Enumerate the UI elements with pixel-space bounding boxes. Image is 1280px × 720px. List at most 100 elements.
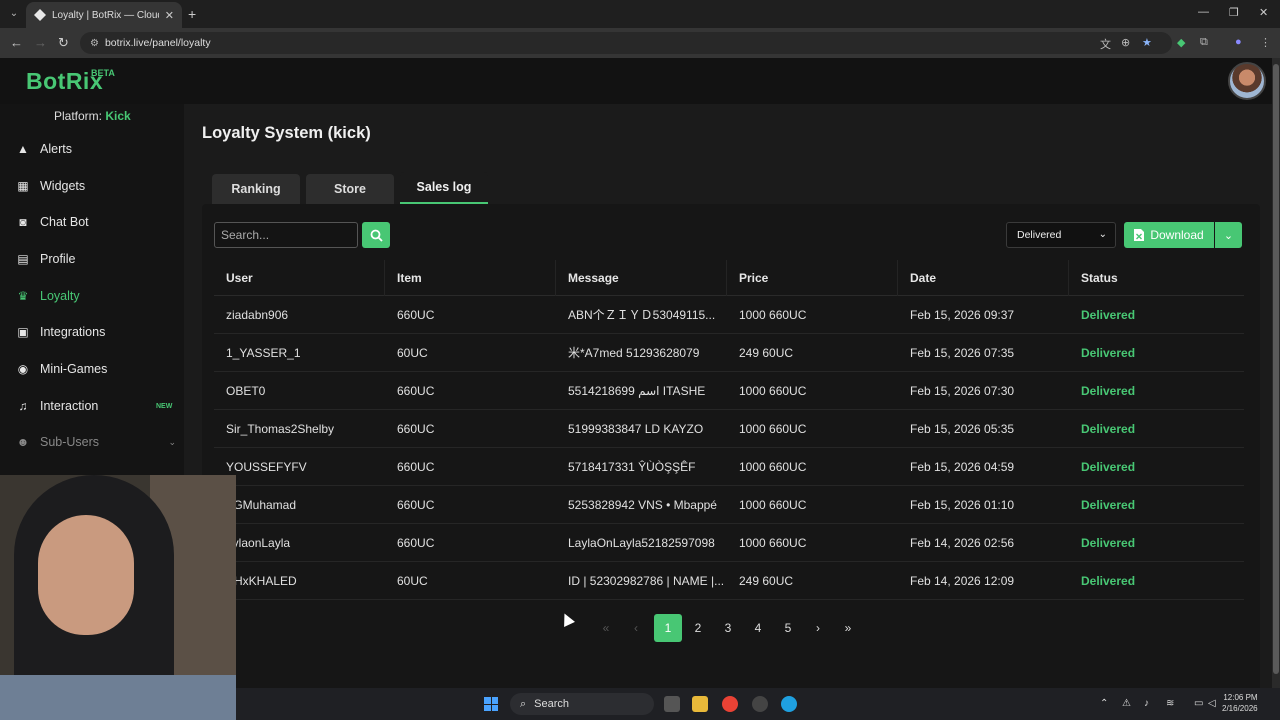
chrome-icon[interactable] bbox=[722, 696, 738, 712]
page-2-button[interactable]: 2 bbox=[684, 614, 712, 642]
scrollbar-thumb[interactable] bbox=[1273, 64, 1279, 674]
table-row[interactable]: YOUSSEFYFV 660UC 5718417331 ŶÙÒŞŞÊF 1000 66… bbox=[214, 448, 1244, 486]
prev-page-icon[interactable]: ‹ bbox=[622, 614, 650, 642]
cell-item: 60UC bbox=[397, 573, 428, 588]
column-header-message[interactable]: Message bbox=[556, 259, 727, 296]
cell-user: 1_YASSER_1 bbox=[226, 345, 301, 360]
sidebar-item-profile[interactable]: ▤ Profile bbox=[0, 242, 184, 276]
column-header-status[interactable]: Status bbox=[1069, 260, 1244, 296]
zoom-icon[interactable]: ⊕ bbox=[1121, 36, 1130, 49]
sidebar-item-integrations[interactable]: ▣ Integrations bbox=[0, 315, 184, 349]
tray-chevron-icon[interactable]: ⌃ bbox=[1100, 698, 1108, 709]
url-bar[interactable]: ⚙ botrix.live/panel/loyalty bbox=[80, 32, 1172, 54]
status-filter-value: Delivered bbox=[1017, 229, 1062, 241]
download-button[interactable]: Download bbox=[1124, 222, 1214, 248]
search-button[interactable] bbox=[362, 222, 390, 248]
cell-message: 5718417331 ŶÙÒŞŞÊF bbox=[568, 459, 696, 474]
extension-icon[interactable]: ◆ bbox=[1177, 36, 1185, 49]
close-tab-icon[interactable]: ✕ bbox=[165, 9, 174, 22]
sidebar-item-mini-games[interactable]: ◉ Mini-Games bbox=[0, 352, 184, 386]
app-icon[interactable] bbox=[752, 696, 768, 712]
cell-status: Delivered bbox=[1081, 383, 1136, 398]
new-tab-icon[interactable]: + bbox=[188, 6, 196, 22]
next-page-icon[interactable]: › bbox=[804, 614, 832, 642]
site-info-icon[interactable]: ⚙ bbox=[90, 38, 99, 49]
windows-start-icon[interactable] bbox=[484, 697, 498, 711]
page-1-button[interactable]: 1 bbox=[654, 614, 682, 642]
extensions-puzzle-icon[interactable]: ⧉ bbox=[1200, 36, 1208, 49]
edge-icon[interactable] bbox=[781, 696, 797, 712]
sidebar-item-interaction[interactable]: ♫ Interaction NEW bbox=[0, 389, 184, 423]
taskbar-search[interactable]: ⌕ Search bbox=[510, 693, 654, 715]
users-icon: ☻ bbox=[16, 435, 30, 449]
table-row[interactable]: 1_YASSER_1 60UC 米*A7med 51293628079 249 60U… bbox=[214, 334, 1244, 372]
cell-price: 1000 660UC bbox=[739, 421, 807, 436]
tab-store[interactable]: Store bbox=[306, 174, 394, 204]
column-header-item[interactable]: Item bbox=[385, 259, 556, 296]
sidebar-item-loyalty[interactable]: ♛ Loyalty bbox=[0, 279, 184, 313]
last-page-icon[interactable]: » bbox=[834, 614, 862, 642]
cell-status: Delivered bbox=[1081, 459, 1136, 474]
table-row[interactable]: aylaonLayla 660UC LaylaOnLayla52182597098 1… bbox=[214, 524, 1244, 562]
table-row[interactable]: SHxKHALED 60UC ID | 52302982786 | NAME |..… bbox=[214, 562, 1244, 600]
page-title: Loyalty System (kick) bbox=[202, 124, 371, 142]
menu-kebab-icon[interactable]: ⋮ bbox=[1260, 36, 1271, 49]
cell-message: ID | 52302982786 | NAME |... bbox=[568, 573, 725, 588]
tab-sales-log[interactable]: Sales log bbox=[400, 172, 488, 204]
sidebar-item-sub-users[interactable]: ☻ Sub-Users ⌄ bbox=[0, 425, 184, 459]
sidebar-item-alerts[interactable]: ▲ Alerts bbox=[0, 132, 184, 166]
table-row[interactable]: TGMuhamad 660UC 5253828942 VNS • Mbappé 100… bbox=[214, 486, 1244, 524]
page-3-button[interactable]: 3 bbox=[714, 614, 742, 642]
sidebar-item-label: Mini-Games bbox=[40, 362, 108, 376]
tab-search-icon[interactable]: ⌄ bbox=[6, 6, 22, 22]
display-icon[interactable]: ▭ bbox=[1194, 698, 1203, 709]
column-header-date[interactable]: Date bbox=[898, 259, 1069, 296]
column-header-price[interactable]: Price bbox=[727, 259, 898, 296]
taskbar-clock[interactable]: 12:06 PM 2/16/2026 bbox=[1222, 692, 1258, 714]
restore-icon[interactable]: ❐ bbox=[1229, 6, 1239, 19]
cell-price: 249 60UC bbox=[739, 345, 794, 360]
table-row[interactable]: ziadabn906 660UC ABN个ＺＩＹＤ53049115... 1000 6… bbox=[214, 296, 1244, 334]
cell-date: Feb 15, 2026 09:37 bbox=[910, 307, 1015, 322]
column-header-user[interactable]: User bbox=[214, 259, 385, 296]
first-page-icon[interactable]: « bbox=[592, 614, 620, 642]
page-scrollbar[interactable] bbox=[1272, 58, 1280, 688]
cell-user: aylaonLayla bbox=[226, 535, 291, 550]
file-explorer-icon[interactable] bbox=[692, 696, 708, 712]
sidebar-item-widgets[interactable]: ▦ Widgets bbox=[0, 169, 184, 203]
sidebar-item-label: Widgets bbox=[40, 179, 86, 193]
plug-icon: ▣ bbox=[17, 325, 29, 339]
cell-date: Feb 15, 2026 01:10 bbox=[910, 497, 1015, 512]
download-options-button[interactable]: ⌄ bbox=[1215, 222, 1242, 248]
minimize-icon[interactable]: — bbox=[1198, 6, 1209, 18]
close-window-icon[interactable]: ✕ bbox=[1259, 6, 1268, 19]
translate-icon[interactable]: 文 bbox=[1100, 36, 1111, 52]
status-filter-select[interactable]: Delivered ⌄ bbox=[1006, 222, 1116, 248]
task-view-icon[interactable] bbox=[664, 696, 680, 712]
main-content: Loyalty System (kick) Ranking Store Sale… bbox=[184, 104, 1272, 700]
search-input[interactable] bbox=[214, 222, 358, 248]
sidebar-item-label: Alerts bbox=[40, 142, 72, 156]
sidebar-item-chat-bot[interactable]: ◙ Chat Bot bbox=[0, 205, 184, 239]
back-icon[interactable]: ← bbox=[10, 35, 23, 50]
download-label: Download bbox=[1150, 228, 1204, 242]
wifi-icon[interactable]: ≋ bbox=[1166, 698, 1174, 709]
reload-icon[interactable]: ↻ bbox=[58, 35, 69, 51]
network-icon[interactable]: ⚠ bbox=[1122, 698, 1131, 709]
volume-icon[interactable]: ◁ bbox=[1208, 698, 1216, 709]
browser-tab[interactable]: Loyalty | BotRix — Cloud Strea ✕ bbox=[26, 2, 182, 28]
webcam-jacket bbox=[0, 675, 236, 720]
table-row[interactable]: Sir_Thomas2Shelby 660UC 51999383847 LD KAY… bbox=[214, 410, 1244, 448]
page-5-button[interactable]: 5 bbox=[774, 614, 802, 642]
bookmark-star-icon[interactable]: ★ bbox=[1142, 36, 1152, 49]
microphone-icon[interactable]: ♪ bbox=[1144, 698, 1149, 709]
tab-ranking[interactable]: Ranking bbox=[212, 174, 300, 204]
page-4-button[interactable]: 4 bbox=[744, 614, 772, 642]
cell-message: 米*A7med 51293628079 bbox=[568, 346, 700, 360]
cell-price: 249 60UC bbox=[739, 573, 794, 588]
table-row[interactable]: OBET0 660UC 5514218699 اسم ITASHE 1000 660U… bbox=[214, 372, 1244, 410]
cell-status: Delivered bbox=[1081, 421, 1136, 436]
forward-icon[interactable]: → bbox=[34, 35, 47, 50]
user-avatar[interactable] bbox=[1228, 62, 1266, 100]
profile-icon[interactable]: ● bbox=[1235, 36, 1242, 48]
